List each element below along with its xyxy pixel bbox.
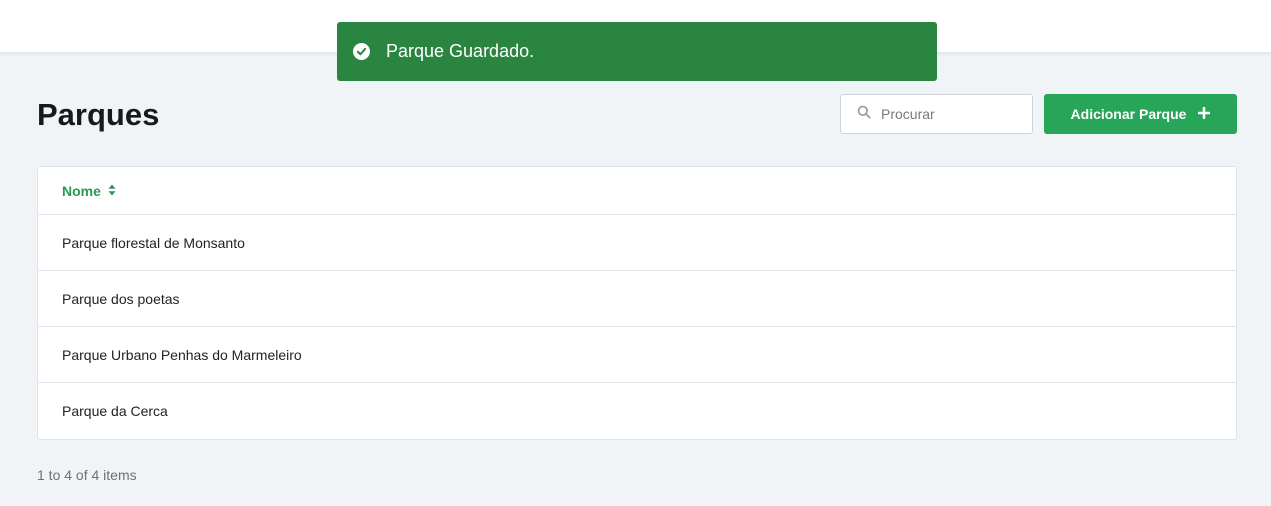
table-row[interactable]: Parque da Cerca: [38, 383, 1236, 439]
table-cell-nome: Parque Urbano Penhas do Marmeleiro: [62, 346, 302, 363]
success-toast: Parque Guardado.: [337, 22, 937, 81]
toast-message: Parque Guardado.: [386, 41, 535, 61]
sort-icon: [108, 183, 116, 199]
table-cell-nome: Parque dos poetas: [62, 290, 180, 307]
table-row[interactable]: Parque Urbano Penhas do Marmeleiro: [38, 327, 1236, 383]
table-header: Nome: [38, 167, 1236, 215]
search-box[interactable]: [840, 94, 1033, 134]
add-park-button[interactable]: Adicionar Parque: [1044, 94, 1237, 134]
search-icon: [857, 105, 871, 124]
table-row[interactable]: Parque dos poetas: [38, 271, 1236, 327]
search-input[interactable]: [881, 106, 1021, 122]
column-header-nome[interactable]: Nome: [62, 183, 116, 199]
pagination-summary: 1 to 4 of 4 items: [37, 467, 137, 483]
check-circle-icon: [353, 43, 370, 60]
table-cell-nome: Parque florestal de Monsanto: [62, 234, 245, 251]
plus-icon: [1198, 106, 1211, 122]
parks-table: Nome Parque florestal de Monsanto Parque…: [37, 166, 1237, 440]
page-title: Parques: [37, 97, 160, 132]
add-park-label: Adicionar Parque: [1070, 106, 1187, 122]
column-header-label: Nome: [62, 182, 101, 199]
table-cell-nome: Parque da Cerca: [62, 403, 168, 419]
table-row[interactable]: Parque florestal de Monsanto: [38, 215, 1236, 271]
